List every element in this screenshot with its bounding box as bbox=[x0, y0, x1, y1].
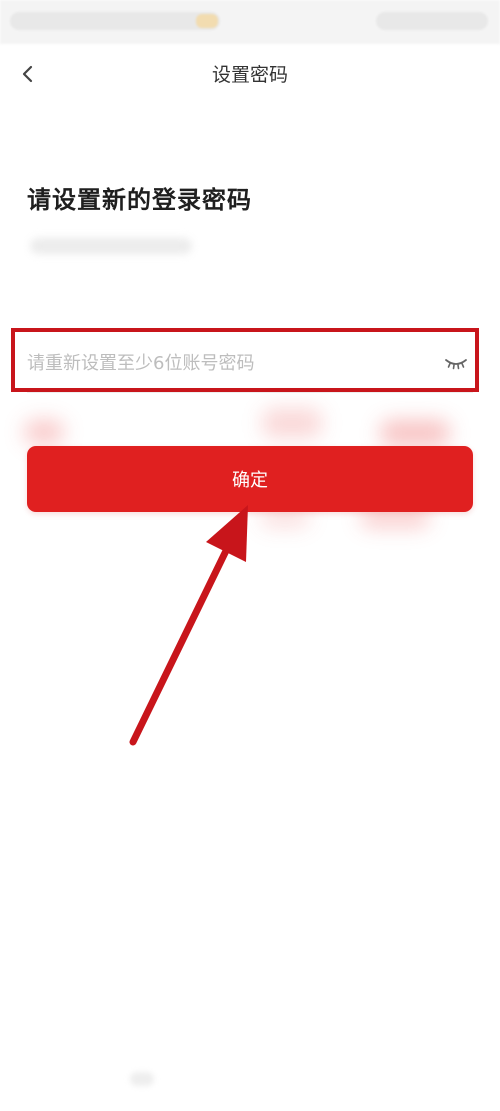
status-bar-left-blurred bbox=[10, 12, 220, 30]
status-bar-indicator bbox=[196, 14, 218, 28]
annotation-arrow bbox=[129, 505, 248, 746]
page-title: 设置密码 bbox=[211, 64, 288, 86]
form-heading: 请设置新的登录密码 bbox=[27, 186, 252, 214]
password-visibility-toggle[interactable] bbox=[443, 352, 469, 372]
confirm-button[interactable]: 确定 bbox=[27, 446, 473, 512]
status-bar-right-blurred bbox=[376, 12, 488, 30]
eye-closed-icon bbox=[445, 359, 467, 370]
blurred-overlay bbox=[380, 420, 450, 446]
password-input[interactable] bbox=[27, 348, 432, 378]
blurred-subtitle bbox=[30, 238, 192, 254]
blurred-overlay bbox=[262, 408, 322, 438]
status-bar bbox=[0, 0, 500, 44]
blurred-overlay bbox=[24, 420, 64, 444]
navigation-bar: 设置密码 bbox=[0, 44, 500, 104]
input-divider bbox=[27, 392, 473, 393]
blurred-bottom-element bbox=[130, 1072, 154, 1086]
